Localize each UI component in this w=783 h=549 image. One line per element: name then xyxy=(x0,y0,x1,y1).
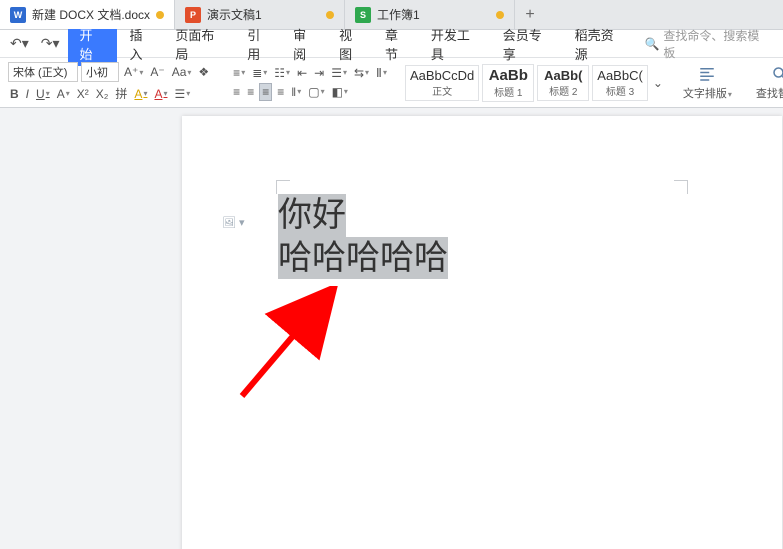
highlight-button[interactable]: A xyxy=(132,86,149,102)
modified-dot-icon xyxy=(156,11,164,19)
align-justify-button[interactable]: ≡ xyxy=(259,83,272,101)
bullets-button[interactable]: ≡ xyxy=(231,65,247,81)
bold-button[interactable]: B xyxy=(8,86,21,102)
style-preview: AaBb( xyxy=(542,68,584,83)
find-replace-button[interactable]: 查找替换 xyxy=(750,63,783,103)
search-icon: 🔍 xyxy=(644,37,659,51)
tab-label: 新建 DOCX 文档.docx xyxy=(32,6,150,23)
workspace: 🖼 ▾ 你好 哈哈哈哈哈 xyxy=(0,108,783,549)
annotation-arrow-icon xyxy=(232,286,352,406)
underline-button[interactable]: U xyxy=(34,86,52,102)
style-name: 标题 2 xyxy=(542,83,584,98)
tab-button[interactable]: ⇆ xyxy=(352,65,371,81)
undo-button[interactable]: ↶▾ xyxy=(6,33,33,54)
typeset-icon xyxy=(698,65,716,83)
word-icon: W xyxy=(10,7,26,23)
menu-bar: ↶▾ ↷▾ 开始 插入 页面布局 引用 审阅 视图 章节 开发工具 会员专享 稻… xyxy=(0,30,783,58)
line-spacing-button[interactable]: ‖ xyxy=(289,84,303,100)
borders-button[interactable]: ▢ xyxy=(306,84,326,100)
redo-button[interactable]: ↷▾ xyxy=(37,33,64,54)
typeset-label: 文字排版 xyxy=(683,85,732,101)
outdent-button[interactable]: ⇤ xyxy=(295,65,309,81)
multilevel-button[interactable]: ☷ xyxy=(272,65,292,81)
style-h1[interactable]: AaBb 标题 1 xyxy=(482,64,534,102)
shading-button[interactable]: ☰ xyxy=(172,86,192,102)
tab-presentation[interactable]: P 演示文稿1 xyxy=(175,0,345,29)
tab-label: 演示文稿1 xyxy=(207,6,262,23)
tab-spreadsheet[interactable]: S 工作簿1 xyxy=(345,0,515,29)
phonetic-button[interactable]: 拼 xyxy=(113,84,129,103)
margin-corner-icon xyxy=(674,180,688,194)
align-right-button[interactable]: ≡ xyxy=(275,84,286,100)
styles-more-button[interactable]: ⌄ xyxy=(651,75,665,91)
paragraph-group: ≡ ≣ ☷ ⇤ ⇥ ☰ ⇆ Ⅱ ≡ ≡ ≡ ≡ ‖ ▢ ◧ xyxy=(227,60,393,105)
modified-dot-icon xyxy=(326,11,334,19)
strikethrough-button[interactable]: A xyxy=(55,86,72,102)
shrink-font-button[interactable]: A⁻ xyxy=(148,64,166,80)
typeset-button[interactable]: 文字排版 xyxy=(677,63,738,103)
grow-font-button[interactable]: A⁺ xyxy=(122,64,145,80)
sheet-icon: S xyxy=(355,7,371,23)
search-placeholder: 查找命令、搜索模板 xyxy=(663,27,771,61)
modified-dot-icon xyxy=(496,11,504,19)
styles-group: AaBbCcDd 正文 AaBb 标题 1 AaBb( 标题 2 AaBbC( … xyxy=(405,60,665,105)
style-preview: AaBbC( xyxy=(597,68,643,83)
numbering-button[interactable]: ≣ xyxy=(250,65,269,81)
style-h2[interactable]: AaBb( 标题 2 xyxy=(537,65,589,101)
command-search[interactable]: 🔍 查找命令、搜索模板 xyxy=(638,25,777,63)
tab-docx[interactable]: W 新建 DOCX 文档.docx xyxy=(0,0,175,29)
spacing-button[interactable]: Ⅱ xyxy=(374,65,389,81)
text-line-1: 你好 xyxy=(278,194,346,237)
find-replace-label: 查找替换 xyxy=(756,85,783,101)
clear-format-button[interactable]: ❖ xyxy=(196,64,211,80)
margin-corner-icon xyxy=(276,180,290,194)
font-group: 宋体 (正文) 小初 A⁺ A⁻ Aa ❖ B I U A X² X₂ 拼 A … xyxy=(4,60,215,105)
superscript-button[interactable]: X² xyxy=(75,86,91,102)
fill-button[interactable]: ◧ xyxy=(330,84,350,100)
picture-anchor-icon: 🖼 ▾ xyxy=(222,216,245,229)
style-name: 正文 xyxy=(410,83,474,98)
ribbon: 宋体 (正文) 小初 A⁺ A⁻ Aa ❖ B I U A X² X₂ 拼 A … xyxy=(0,58,783,108)
style-name: 标题 3 xyxy=(597,83,643,98)
align-center-button[interactable]: ≡ xyxy=(245,84,256,100)
font-name-combo[interactable]: 宋体 (正文) xyxy=(8,62,78,82)
text-line-2: 哈哈哈哈哈 xyxy=(278,237,448,280)
align-left-button[interactable]: ≡ xyxy=(231,84,242,100)
tab-label: 工作簿1 xyxy=(377,6,420,23)
change-case-button[interactable]: Aa xyxy=(170,64,194,80)
style-normal[interactable]: AaBbCcDd 正文 xyxy=(405,65,479,101)
sort-button[interactable]: ☰ xyxy=(329,65,349,81)
search-icon xyxy=(771,65,783,83)
font-size-combo[interactable]: 小初 xyxy=(81,62,119,82)
style-preview: AaBb xyxy=(487,67,529,84)
menu-resources[interactable]: 稻壳资源 xyxy=(567,22,635,66)
font-color-button[interactable]: A xyxy=(152,86,169,102)
style-name: 标题 1 xyxy=(487,84,529,99)
style-preview: AaBbCcDd xyxy=(410,68,474,83)
document-page[interactable]: 🖼 ▾ 你好 哈哈哈哈哈 xyxy=(182,116,782,549)
ppt-icon: P xyxy=(185,7,201,23)
indent-button[interactable]: ⇥ xyxy=(312,65,326,81)
style-h3[interactable]: AaBbC( 标题 3 xyxy=(592,65,648,101)
subscript-button[interactable]: X₂ xyxy=(94,86,111,102)
italic-button[interactable]: I xyxy=(24,86,31,102)
selected-text[interactable]: 你好 哈哈哈哈哈 xyxy=(278,194,448,279)
